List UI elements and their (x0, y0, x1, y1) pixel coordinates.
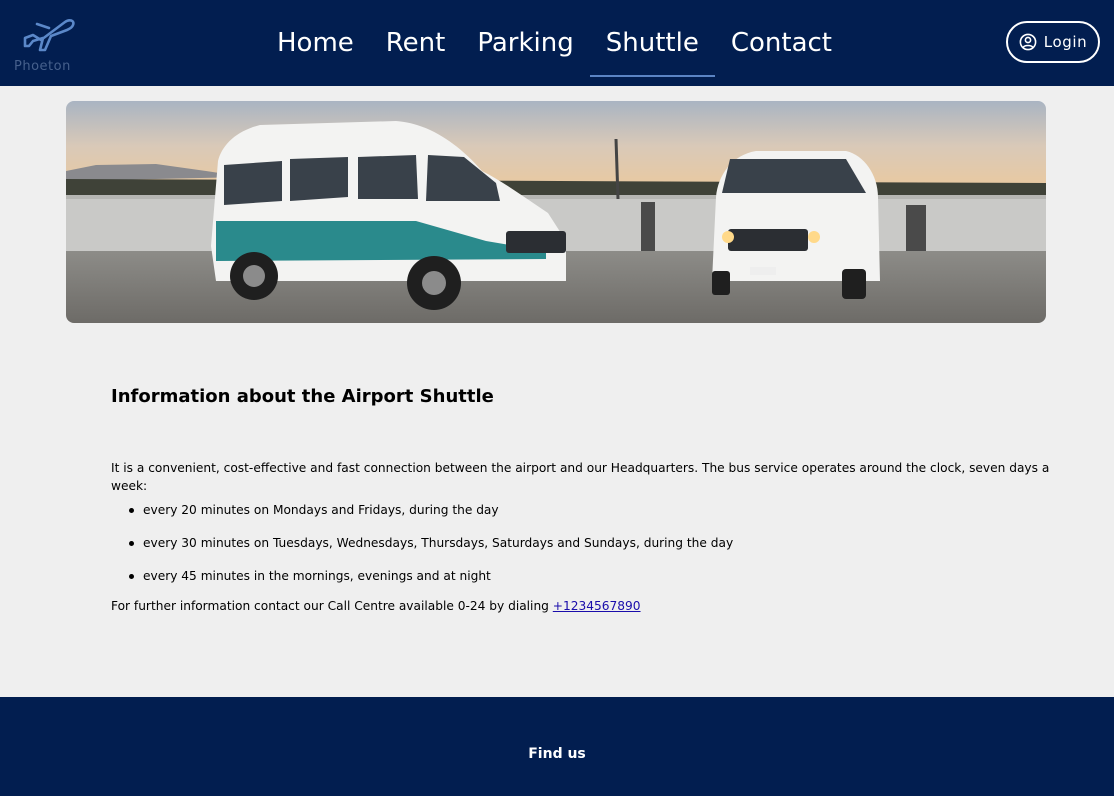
contact-text: For further information contact our Call… (111, 597, 1071, 615)
nav-shuttle[interactable]: Shuttle (589, 0, 715, 86)
footer-title: Find us (528, 746, 586, 762)
hero-image (66, 101, 1046, 323)
footer: Find us (0, 697, 1114, 796)
main-nav: Home Rent Parking Shuttle Contact (261, 0, 848, 86)
list-item: every 20 minutes on Mondays and Fridays,… (111, 501, 1071, 519)
top-navigation-bar: Phoeton Home Rent Parking Shuttle Contac… (0, 0, 1114, 86)
nav-home[interactable]: Home (261, 0, 370, 86)
login-button[interactable]: Login (1006, 21, 1100, 63)
nav-parking[interactable]: Parking (461, 0, 589, 86)
nav-contact[interactable]: Contact (715, 0, 848, 86)
contact-prefix: For further information contact our Call… (111, 599, 553, 613)
page-title: Information about the Airport Shuttle (111, 386, 494, 407)
shuttle-info: Information about the Airport Shuttle It… (111, 385, 1071, 615)
list-item: every 45 minutes in the mornings, evenin… (111, 567, 1071, 585)
intro-text: It is a convenient, cost-effective and f… (111, 461, 1050, 493)
airplane-icon (23, 19, 75, 52)
brand-name: Phoeton (14, 59, 71, 74)
phone-link[interactable]: +1234567890 (553, 599, 641, 613)
schedule-list: every 20 minutes on Mondays and Fridays,… (111, 501, 1071, 585)
user-circle-icon (1019, 33, 1037, 51)
brand-logo[interactable]: Phoeton (12, 14, 84, 76)
list-item: every 30 minutes on Tuesdays, Wednesdays… (111, 534, 1071, 552)
nav-rent[interactable]: Rent (370, 0, 462, 86)
login-label: Login (1043, 33, 1088, 51)
